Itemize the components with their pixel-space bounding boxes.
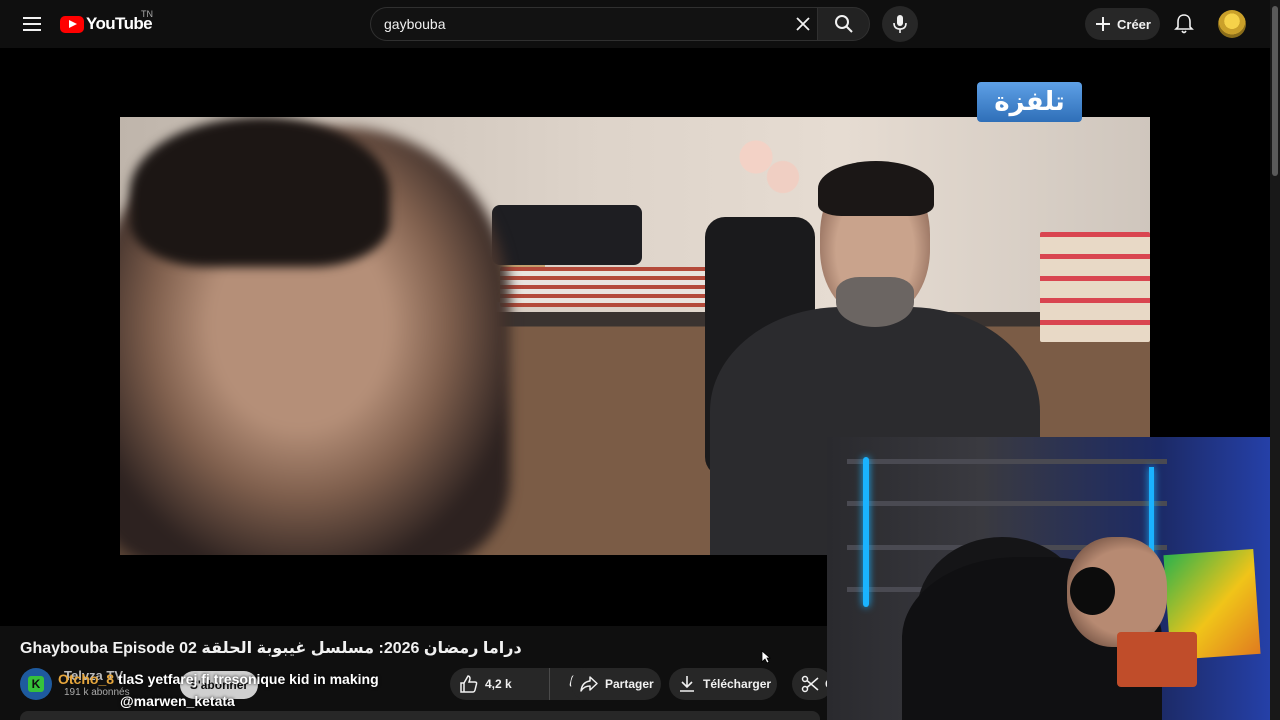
paper-tray bbox=[1040, 232, 1150, 342]
plus-icon bbox=[1095, 16, 1111, 32]
paper-stack bbox=[500, 267, 710, 307]
clip-button[interactable]: C bbox=[792, 668, 834, 700]
stream-chat-handle: @marwen_ketata bbox=[120, 693, 235, 709]
download-label: Télécharger bbox=[703, 677, 772, 691]
download-icon bbox=[679, 675, 695, 693]
create-label: Créer bbox=[1117, 16, 1151, 32]
youtube-logo[interactable]: YouTube bbox=[60, 12, 153, 36]
mouse-cursor-icon bbox=[761, 650, 771, 664]
streamer-webcam bbox=[827, 437, 1270, 720]
man-beard bbox=[836, 277, 914, 327]
notifications-button[interactable] bbox=[1168, 8, 1200, 40]
search-icon bbox=[834, 14, 854, 34]
close-icon bbox=[796, 17, 810, 31]
scissors-icon bbox=[801, 675, 819, 693]
orange-chest bbox=[1117, 632, 1197, 687]
shelf-top bbox=[847, 459, 1167, 464]
create-button[interactable]: Créer bbox=[1085, 8, 1160, 40]
stream-chat-message: tlaS yetfarej fi tresonique kid in makin… bbox=[118, 671, 379, 687]
hamburger-icon bbox=[23, 17, 41, 31]
blurred-hair bbox=[130, 117, 390, 267]
stream-chat-username: Otcho_8 bbox=[58, 671, 115, 687]
bell-icon bbox=[1174, 13, 1194, 35]
channel-logo-icon: K bbox=[28, 676, 44, 692]
led-strip-left bbox=[863, 457, 869, 607]
thumbs-up-icon bbox=[459, 674, 479, 694]
like-button[interactable]: 4,2 k bbox=[450, 668, 550, 700]
microphone-icon bbox=[892, 14, 908, 34]
account-avatar[interactable] bbox=[1218, 10, 1246, 38]
video-title: Ghaybouba Episode 02 دراما رمضان 2026: م… bbox=[20, 640, 522, 657]
country-code: TN bbox=[141, 9, 153, 19]
share-button[interactable]: Partager bbox=[571, 668, 661, 700]
top-bar: YouTube TN gaybouba Créer bbox=[0, 0, 1280, 48]
clear-search-button[interactable] bbox=[790, 11, 816, 37]
scrollbar-thumb[interactable] bbox=[1272, 6, 1278, 176]
search-button[interactable] bbox=[817, 7, 870, 41]
headset bbox=[1070, 567, 1115, 615]
channel-watermark: تلفزة bbox=[977, 82, 1082, 122]
search-input[interactable]: gaybouba bbox=[384, 16, 446, 32]
share-label: Partager bbox=[605, 677, 654, 691]
share-icon bbox=[579, 675, 599, 693]
youtube-play-icon bbox=[60, 15, 84, 33]
search-box[interactable]: gaybouba bbox=[370, 7, 818, 41]
download-button[interactable]: Télécharger bbox=[669, 668, 777, 700]
description-box[interactable] bbox=[20, 711, 820, 720]
like-count: 4,2 k bbox=[485, 677, 512, 691]
channel-avatar[interactable]: K bbox=[20, 668, 52, 700]
man-hair bbox=[818, 161, 934, 216]
shelf-middle bbox=[847, 501, 1167, 506]
voice-search-button[interactable] bbox=[882, 6, 918, 42]
briefcase bbox=[492, 205, 642, 265]
menu-button[interactable] bbox=[16, 8, 48, 40]
